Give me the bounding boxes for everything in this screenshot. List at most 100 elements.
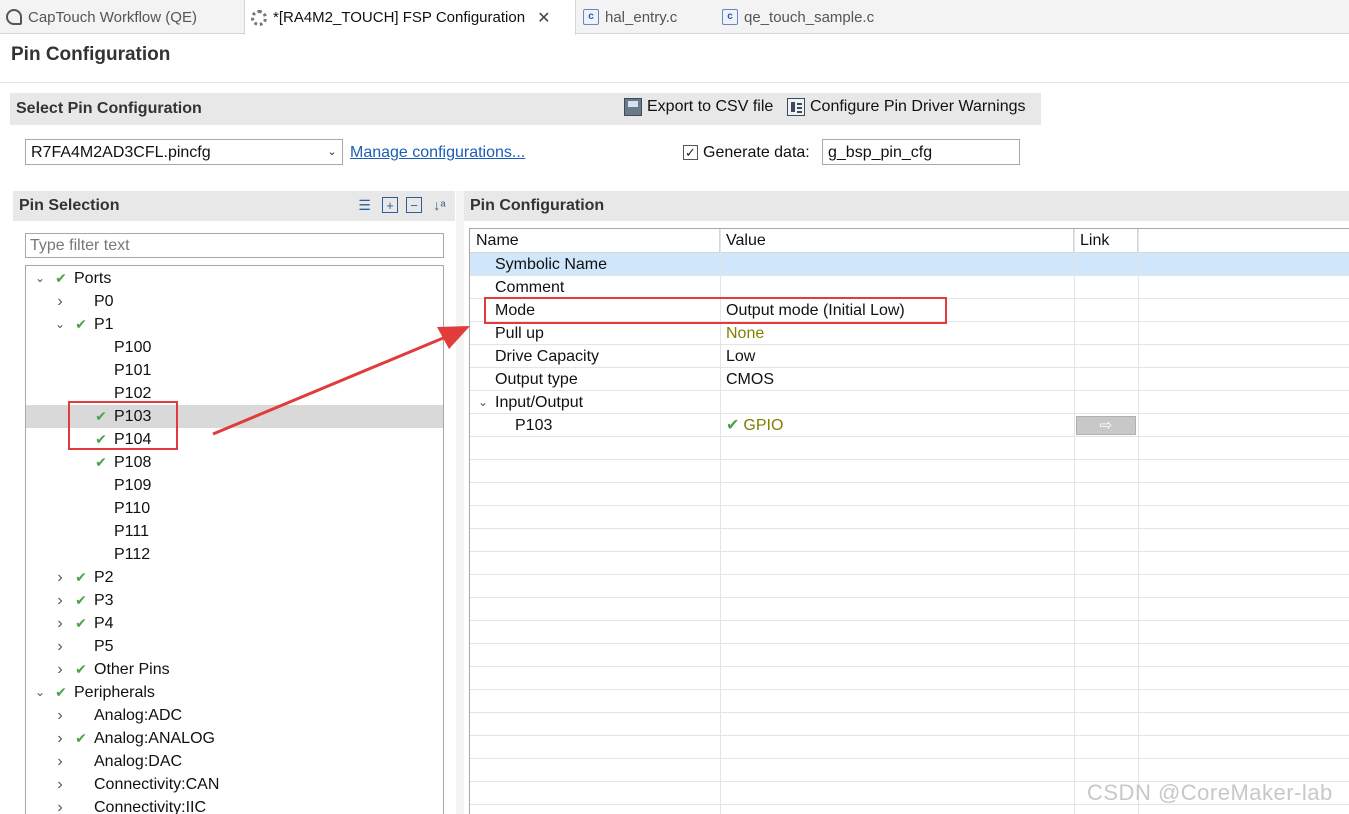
tree-item[interactable]: P111 bbox=[26, 520, 443, 543]
tree-item-label: Analog:DAC bbox=[94, 753, 183, 770]
tree-item-label: P100 bbox=[114, 339, 152, 356]
export-csv-button[interactable]: Export to CSV file bbox=[624, 98, 773, 116]
tree-item[interactable]: › ✔ P3 bbox=[26, 589, 443, 612]
chevron-down-icon[interactable]: ⌄ bbox=[34, 267, 46, 290]
chevron-right-icon[interactable]: › bbox=[54, 750, 66, 773]
show-list-icon[interactable]: ☰ bbox=[355, 196, 374, 215]
tab-label: qe_touch_sample.c bbox=[744, 8, 875, 26]
chevron-right-icon[interactable]: › bbox=[54, 796, 66, 814]
filter-input[interactable] bbox=[26, 234, 443, 257]
column-header-name[interactable]: Name bbox=[470, 229, 720, 253]
tree-item-label: Ports bbox=[74, 270, 112, 287]
tree-item[interactable]: › Analog:ADC bbox=[26, 704, 443, 727]
chevron-right-icon[interactable]: › bbox=[54, 658, 66, 681]
tab-qe-touch-sample[interactable]: c qe_touch_sample.c bbox=[722, 0, 874, 34]
tree-item-label: Other Pins bbox=[94, 661, 170, 678]
chevron-right-icon[interactable]: › bbox=[54, 704, 66, 727]
expand-all-icon[interactable]: + bbox=[382, 197, 398, 213]
table-row bbox=[470, 598, 1349, 621]
table-row bbox=[470, 483, 1349, 506]
chevron-right-icon[interactable]: › bbox=[54, 290, 66, 313]
tree-item-label: P112 bbox=[114, 546, 151, 563]
chevron-down-icon[interactable]: ⌄ bbox=[34, 681, 46, 704]
table-row bbox=[470, 644, 1349, 667]
tree-item[interactable]: ⌄ ✔ P1 bbox=[26, 313, 443, 336]
tree-item-label: P4 bbox=[94, 615, 114, 632]
table-row bbox=[470, 437, 1349, 460]
chevron-right-icon[interactable]: › bbox=[54, 566, 66, 589]
tree-item[interactable]: › ✔ Analog:ANALOG bbox=[26, 727, 443, 750]
chevron-right-icon[interactable]: › bbox=[54, 727, 66, 750]
table-row[interactable]: Output type CMOS bbox=[470, 368, 1349, 391]
annotation-box-pins bbox=[68, 401, 178, 450]
tree-item[interactable]: P100 bbox=[26, 336, 443, 359]
table-row bbox=[470, 690, 1349, 713]
chevron-right-icon[interactable]: › bbox=[54, 635, 66, 658]
link-arrow-button[interactable]: ⇨ bbox=[1076, 416, 1136, 435]
sort-alphabetical-icon[interactable]: ↓ᵃ bbox=[430, 196, 449, 215]
tab-label: hal_entry.c bbox=[605, 8, 678, 26]
chevron-down-icon[interactable]: ⌄ bbox=[478, 391, 488, 414]
table-row[interactable]: Drive Capacity Low bbox=[470, 345, 1349, 368]
tree-item[interactable]: ⌄ ✔ Ports bbox=[26, 267, 443, 290]
property-value-cell[interactable]: ✔ GPIO bbox=[726, 414, 783, 437]
tree-item-label: Analog:ADC bbox=[94, 707, 183, 724]
watermark: CSDN @CoreMaker-lab bbox=[1087, 780, 1333, 805]
property-value: Low bbox=[726, 348, 756, 365]
generate-data-field[interactable]: g_bsp_pin_cfg bbox=[822, 139, 1020, 165]
property-name: Pull up bbox=[495, 325, 544, 342]
filter-input-box[interactable] bbox=[25, 233, 444, 258]
tree-item[interactable]: › ✔ Other Pins bbox=[26, 658, 443, 681]
tree-item-label: P0 bbox=[94, 293, 114, 310]
close-icon[interactable]: ✕ bbox=[537, 8, 550, 28]
tab-hal-entry[interactable]: c hal_entry.c bbox=[583, 0, 677, 34]
tree-item[interactable]: › ✔ P2 bbox=[26, 566, 443, 589]
tree-item[interactable]: › Analog:DAC bbox=[26, 750, 443, 773]
collapse-all-icon[interactable]: − bbox=[406, 197, 422, 213]
chevron-down-icon[interactable]: ⌄ bbox=[326, 145, 338, 159]
export-csv-label: Export to CSV file bbox=[647, 98, 774, 115]
tree-item[interactable]: › Connectivity:IIC bbox=[26, 796, 443, 814]
tree-item[interactable]: P110 bbox=[26, 497, 443, 520]
table-row[interactable]: Symbolic Name bbox=[470, 253, 1349, 276]
tree-item[interactable]: › ✔ P4 bbox=[26, 612, 443, 635]
tree-item[interactable]: › P0 bbox=[26, 290, 443, 313]
configure-pin-driver-warnings-button[interactable]: Configure Pin Driver Warnings bbox=[787, 98, 1025, 116]
tree-item-label: Peripherals bbox=[74, 684, 155, 701]
tree-item-label: Connectivity:IIC bbox=[94, 799, 207, 814]
tree-item[interactable]: ⌄ ✔ Peripherals bbox=[26, 681, 443, 704]
tree-item[interactable]: › Connectivity:CAN bbox=[26, 773, 443, 796]
tab-captouch-workflow[interactable]: CapTouch Workflow (QE) bbox=[6, 0, 197, 34]
tree-item[interactable]: ✔ P108 bbox=[26, 451, 443, 474]
divider bbox=[0, 82, 1349, 83]
panel-splitter[interactable] bbox=[456, 191, 464, 814]
tab-label: *[RA4M2_TOUCH] FSP Configuration bbox=[273, 9, 526, 26]
table-row[interactable]: P103 ✔ GPIO ⇨ bbox=[470, 414, 1349, 437]
chevron-right-icon[interactable]: › bbox=[54, 773, 66, 796]
table-row[interactable]: Comment bbox=[470, 276, 1349, 299]
table-row[interactable]: ⌄ Input/Output bbox=[470, 391, 1349, 414]
tab-fsp-configuration[interactable]: *[RA4M2_TOUCH] FSP Configuration ✕ bbox=[244, 0, 576, 35]
table-row[interactable]: Pull up None bbox=[470, 322, 1349, 345]
generate-data-checkbox[interactable]: ✓ bbox=[683, 145, 698, 160]
chevron-right-icon[interactable]: › bbox=[54, 589, 66, 612]
tree-item[interactable]: P101 bbox=[26, 359, 443, 382]
property-value-cell[interactable]: CMOS bbox=[726, 368, 774, 391]
tree-item-label: P5 bbox=[94, 638, 114, 655]
table-row bbox=[470, 506, 1349, 529]
column-header-link[interactable]: Link bbox=[1074, 229, 1138, 253]
column-header-value[interactable]: Value bbox=[720, 229, 1074, 253]
tab-label: CapTouch Workflow (QE) bbox=[28, 8, 197, 26]
tree-item[interactable]: P109 bbox=[26, 474, 443, 497]
column-divider bbox=[1074, 229, 1075, 814]
manage-configurations-link[interactable]: Manage configurations... bbox=[350, 144, 525, 162]
check-icon: ✔ bbox=[75, 615, 87, 631]
tree-item[interactable]: › P5 bbox=[26, 635, 443, 658]
tree-item[interactable]: P112 bbox=[26, 543, 443, 566]
pin-configuration-select[interactable]: R7FA4M2AD3CFL.pincfg ⌄ bbox=[25, 139, 343, 165]
chevron-down-icon[interactable]: ⌄ bbox=[54, 313, 66, 336]
property-value-cell[interactable]: Low bbox=[726, 345, 755, 368]
property-value-cell[interactable]: None bbox=[726, 322, 764, 345]
check-icon: ✔ bbox=[55, 270, 67, 286]
chevron-right-icon[interactable]: › bbox=[54, 612, 66, 635]
